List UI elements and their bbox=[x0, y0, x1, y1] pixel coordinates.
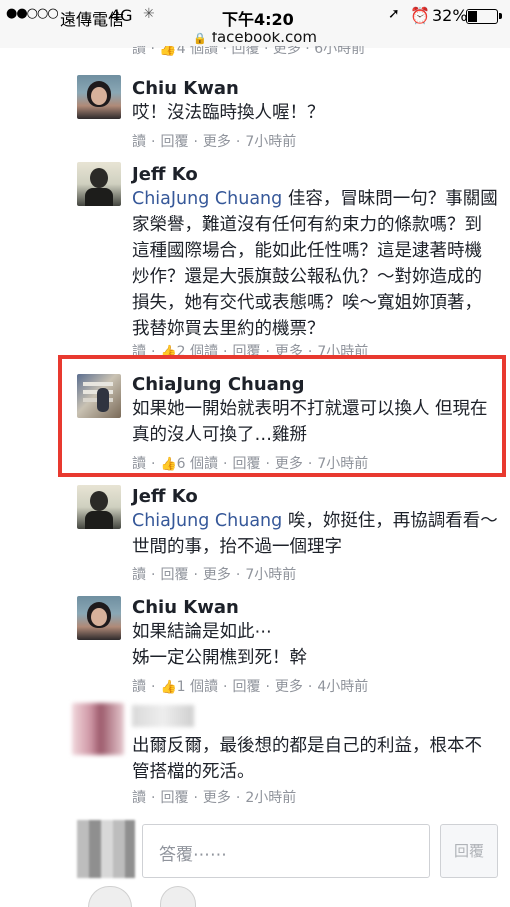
read-link[interactable]: 讀 bbox=[132, 679, 146, 695]
avatar[interactable] bbox=[77, 596, 121, 640]
highlight-box bbox=[58, 355, 506, 477]
blurred-avatar[interactable] bbox=[72, 703, 124, 755]
location-arrow-icon: ➚ bbox=[388, 6, 400, 22]
comment-timestamp[interactable]: 7小時前 bbox=[245, 567, 296, 583]
comment-timestamp[interactable]: 2小時前 bbox=[245, 790, 296, 806]
read-link[interactable]: 讀 bbox=[132, 567, 146, 583]
battery-percentage: 32% bbox=[432, 6, 468, 25]
comment-author[interactable]: Chiu Kwan bbox=[132, 597, 239, 618]
lock-icon: 🔒 bbox=[192, 32, 207, 45]
comment-actions: 讀 · 回覆 · 更多 · 7小時前 bbox=[132, 567, 297, 583]
more-link[interactable]: 更多 bbox=[203, 567, 231, 583]
comment-timestamp[interactable]: 7小時前 bbox=[245, 134, 296, 150]
avatar[interactable] bbox=[77, 162, 121, 206]
reply-link[interactable]: 回覆 bbox=[232, 679, 260, 695]
previous-comment-meta: 讀 · 👍4 個讀 · 回覆 · 更多 · 6小時前 bbox=[132, 46, 366, 56]
status-bar: ●●○○○ 遠傳電信 4G ✳ 下午4:20 ➚ ⏰ 32% bbox=[0, 0, 510, 32]
more-link[interactable]: 更多 bbox=[203, 790, 231, 806]
alarm-clock-icon: ⏰ bbox=[410, 6, 430, 25]
comment-actions: 讀 · 回覆 · 更多 · 7小時前 bbox=[132, 134, 297, 150]
bottom-toolbar-icon[interactable] bbox=[160, 886, 196, 907]
more-link[interactable]: 更多 bbox=[203, 134, 231, 150]
avatar[interactable] bbox=[77, 75, 121, 119]
comment-line: 如果結論是如此⋯ bbox=[132, 622, 272, 642]
mention-link[interactable]: ChiaJung Chuang bbox=[132, 511, 282, 531]
comment-author[interactable]: Jeff Ko bbox=[132, 486, 198, 507]
reply-input[interactable]: 答覆⋯⋯ bbox=[142, 824, 430, 878]
mention-link[interactable]: ChiaJung Chuang bbox=[132, 189, 282, 209]
comment-text: 佳容，冒昧問一句？事關國家榮譽，難道沒有任何有約束力的條款嗎？到這種國際場合，能… bbox=[132, 189, 498, 339]
like-thumb-icon: 👍 bbox=[160, 680, 177, 695]
comment-author[interactable]: Chiu Kwan bbox=[132, 78, 239, 99]
comment-text: 如果結論是如此⋯ 姊一定公開樵到死！幹 bbox=[132, 619, 498, 671]
like-count[interactable]: 1 個讀 bbox=[177, 679, 218, 695]
comment-timestamp[interactable]: 4小時前 bbox=[317, 679, 368, 695]
status-clock: 下午4:20 bbox=[222, 10, 294, 29]
battery-icon bbox=[466, 9, 502, 24]
comment-text: 出爾反爾，最後想的都是自己的利益，根本不管搭檔的死活。 bbox=[132, 736, 482, 782]
read-link[interactable]: 讀 bbox=[132, 790, 146, 806]
avatar[interactable] bbox=[77, 485, 121, 529]
comment-author[interactable]: Jeff Ko bbox=[132, 164, 198, 185]
comment-actions: 讀 · 👍1 個讀 · 回覆 · 更多 · 4小時前 bbox=[132, 679, 369, 695]
reply-link[interactable]: 回覆 bbox=[160, 134, 188, 150]
reply-submit-button[interactable]: 回覆 bbox=[440, 824, 498, 878]
comment-line: 姊一定公開樵到死！幹 bbox=[132, 648, 307, 668]
blurred-author-name bbox=[132, 705, 194, 727]
more-link[interactable]: 更多 bbox=[275, 679, 303, 695]
comment-text: 哎！沒法臨時換人喔！？ bbox=[132, 103, 325, 123]
reply-link[interactable]: 回覆 bbox=[160, 790, 188, 806]
current-user-avatar bbox=[77, 820, 135, 878]
bottom-toolbar-icon[interactable] bbox=[88, 886, 132, 907]
comment-actions: 讀 · 回覆 · 更多 · 2小時前 bbox=[132, 790, 297, 806]
network-type: 4G bbox=[110, 6, 133, 25]
comment-body: ChiaJung Chuang 佳容，冒昧問一句？事關國家榮譽，難道沒有任何有約… bbox=[132, 186, 498, 342]
activity-spinner-icon: ✳ bbox=[143, 6, 155, 22]
battery-fill bbox=[468, 11, 477, 22]
comment-body: ChiaJung Chuang 唉，妳挺住，再協調看看～世間的事，抬不過一個理字 bbox=[132, 508, 498, 560]
url-domain: facebook.com bbox=[211, 32, 318, 46]
signal-strength-icon: ●●○○○ bbox=[6, 6, 59, 21]
read-link[interactable]: 讀 bbox=[132, 134, 146, 150]
reply-link[interactable]: 回覆 bbox=[160, 567, 188, 583]
